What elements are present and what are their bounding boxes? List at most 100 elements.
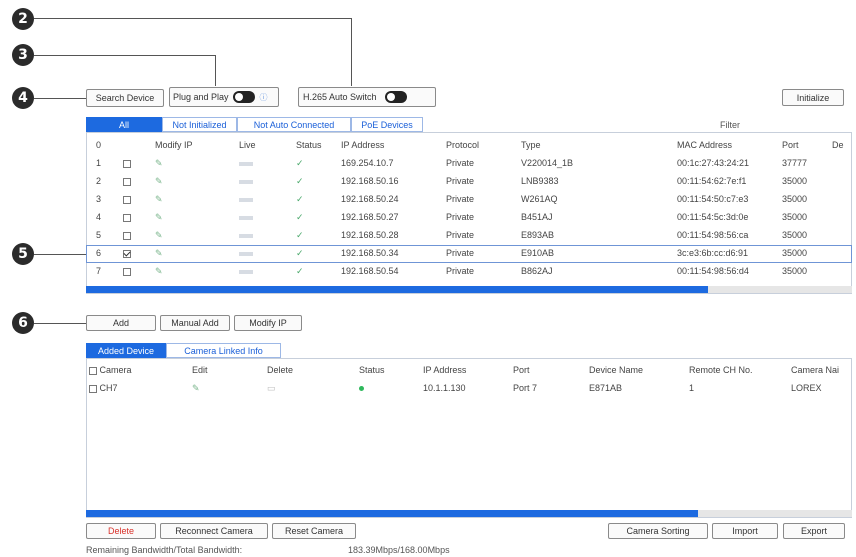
live-icon[interactable]: [239, 233, 253, 238]
add-button[interactable]: Add: [86, 315, 156, 331]
live-preview-icon[interactable]: [239, 208, 296, 226]
live-preview-icon[interactable]: [239, 226, 296, 244]
live-icon[interactable]: [239, 197, 253, 202]
tab-added-device[interactable]: Added Device: [86, 343, 166, 358]
col-device-header: De: [832, 140, 844, 150]
search-table-row[interactable]: 5 ✎ ✓ 192.168.50.28 Private E893AB 00:11:54:98…: [96, 226, 846, 244]
trash-icon[interactable]: ▭: [267, 383, 276, 393]
h265-toggle[interactable]: [384, 91, 407, 103]
reset-camera-button[interactable]: Reset Camera: [272, 523, 356, 539]
pencil-icon[interactable]: ✎: [155, 230, 163, 240]
row-status: [359, 379, 423, 397]
manual-add-button[interactable]: Manual Add: [160, 315, 230, 331]
row-number: 3: [96, 194, 102, 204]
row-checkbox[interactable]: [123, 172, 155, 190]
live-icon[interactable]: [239, 269, 253, 274]
pencil-icon[interactable]: ✎: [192, 383, 200, 393]
plug-and-play-toggle[interactable]: [232, 91, 255, 103]
live-icon[interactable]: [239, 215, 253, 220]
live-icon[interactable]: [239, 161, 253, 166]
checkbox-icon[interactable]: [123, 159, 131, 168]
added-table-scrollbar[interactable]: [86, 510, 852, 517]
modify-ip-button[interactable]: Modify IP: [234, 315, 302, 331]
tab-not-initialized[interactable]: Not Initialized: [162, 117, 237, 132]
checkbox-icon[interactable]: [123, 195, 131, 204]
row-ip: 192.168.50.27: [341, 212, 399, 222]
row-mac: 00:11:54:5c:3d:0e: [677, 212, 749, 222]
checkbox-icon[interactable]: [89, 384, 97, 393]
status-check-icon: ✓: [296, 154, 341, 172]
row-checkbox[interactable]: [123, 226, 155, 244]
callout-3-line: [34, 55, 216, 56]
filter-label[interactable]: Filter: [720, 120, 740, 130]
pencil-icon[interactable]: ✎: [155, 194, 163, 204]
tab-camera-linked-info[interactable]: Camera Linked Info: [166, 343, 281, 358]
row-type: V220014_1B: [521, 158, 574, 168]
row-checkbox[interactable]: [123, 154, 155, 172]
check-icon: ✓: [296, 229, 304, 240]
pencil-icon[interactable]: ✎: [155, 212, 163, 222]
added-table-header: Camera Edit Delete Status IP Address Por…: [89, 361, 849, 379]
col-camera-header[interactable]: Camera: [89, 361, 192, 379]
checkbox-icon[interactable]: [123, 213, 131, 222]
added-table-row[interactable]: CH7 ✎ ▭ 10.1.1.130 Port 7 E871AB 1 LOREX: [89, 379, 849, 397]
checkbox-icon[interactable]: [123, 231, 131, 240]
row-port: 35000: [782, 230, 808, 240]
initialize-button[interactable]: Initialize: [782, 89, 844, 106]
row-checkbox[interactable]: [123, 262, 155, 280]
modify-ip-icon[interactable]: ✎: [155, 190, 239, 208]
row-checkbox[interactable]: [123, 190, 155, 208]
pencil-icon[interactable]: ✎: [155, 266, 163, 276]
plug-and-play-control[interactable]: Plug and Play ⓘ: [169, 87, 279, 107]
row-camera[interactable]: CH7: [89, 379, 192, 397]
tab-not-auto-connected[interactable]: Not Auto Connected: [237, 117, 351, 132]
search-table-row[interactable]: 7 ✎ ✓ 192.168.50.54 Private B862AJ 00:11:54:98…: [96, 262, 846, 280]
live-preview-icon[interactable]: [239, 190, 296, 208]
search-device-button[interactable]: Search Device: [86, 89, 164, 107]
tab-all[interactable]: All: [86, 117, 162, 132]
modify-ip-icon[interactable]: ✎: [155, 172, 239, 190]
col-mac-header: MAC Address: [677, 140, 733, 150]
live-preview-icon[interactable]: [239, 172, 296, 190]
modify-ip-icon[interactable]: ✎: [155, 262, 239, 280]
live-preview-icon[interactable]: [239, 262, 296, 280]
tab-poe-devices[interactable]: PoE Devices: [351, 117, 423, 132]
import-button[interactable]: Import: [712, 523, 778, 539]
pencil-icon[interactable]: ✎: [155, 176, 163, 186]
export-button[interactable]: Export: [783, 523, 845, 539]
checkbox-icon[interactable]: [123, 177, 131, 186]
h265-auto-switch-label: H.265 Auto Switch: [303, 92, 377, 102]
live-icon[interactable]: [239, 179, 253, 184]
col-delete-header: Delete: [267, 365, 294, 375]
search-table-row[interactable]: 4 ✎ ✓ 192.168.50.27 Private B451AJ 00:11:54:5c…: [96, 208, 846, 226]
search-table-row[interactable]: 3 ✎ ✓ 192.168.50.24 Private W261AQ 00:11:54:50…: [96, 190, 846, 208]
callout-5: 5: [12, 243, 34, 265]
modify-ip-icon[interactable]: ✎: [155, 226, 239, 244]
pencil-icon[interactable]: ✎: [155, 158, 163, 168]
modify-ip-icon[interactable]: ✎: [155, 208, 239, 226]
live-preview-icon[interactable]: [239, 154, 296, 172]
added-table-scroll-thumb[interactable]: [86, 510, 698, 517]
col-camera-label: Camera: [99, 365, 132, 375]
callout-2-line: [34, 18, 352, 19]
row-delete[interactable]: ▭: [267, 379, 359, 397]
row-checkbox[interactable]: [123, 208, 155, 226]
row-number: 2: [96, 176, 102, 186]
plug-and-play-label: Plug and Play: [173, 92, 229, 102]
search-table-row[interactable]: 1 ✎ ✓ 169.254.10.7 Private V220014_1B 00:1c:27…: [96, 154, 846, 172]
row-edit[interactable]: ✎: [192, 379, 267, 397]
info-icon[interactable]: ⓘ: [260, 92, 268, 103]
checkbox-icon[interactable]: [123, 267, 131, 276]
search-table-row[interactable]: 2 ✎ ✓ 192.168.50.16 Private LNB9383 00:11:54:6…: [96, 172, 846, 190]
col-modify-ip-header: Modify IP: [155, 140, 193, 150]
reconnect-camera-button[interactable]: Reconnect Camera: [160, 523, 268, 539]
search-table-scrollbar[interactable]: [86, 286, 852, 293]
col-edit-header: Edit: [192, 365, 208, 375]
search-table-scroll-thumb[interactable]: [86, 286, 708, 293]
delete-button[interactable]: Delete: [86, 523, 156, 539]
row-port: Port 7: [513, 383, 538, 393]
camera-sorting-button[interactable]: Camera Sorting: [608, 523, 708, 539]
modify-ip-icon[interactable]: ✎: [155, 154, 239, 172]
select-all-checkbox[interactable]: [89, 366, 97, 375]
h265-auto-switch-control[interactable]: H.265 Auto Switch: [298, 87, 436, 107]
